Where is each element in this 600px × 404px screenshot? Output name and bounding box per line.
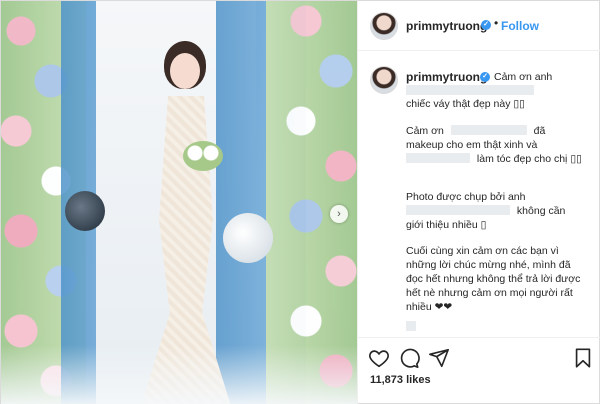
instagram-post: › primmytruong ✓ • Follow primmytruong ✓… bbox=[0, 0, 600, 404]
caption-line-8: không cần bbox=[406, 204, 590, 218]
caption-line-9: giới thiệu nhiều ▯ bbox=[406, 218, 590, 232]
caption-line-1: Cảm ơn anh bbox=[494, 71, 553, 83]
redacted-mention bbox=[406, 153, 470, 163]
caption-line-11: những lời chúc mừng nhé, mình đã bbox=[406, 259, 571, 271]
caption-text: đã bbox=[533, 125, 546, 137]
caption-line-12: đọc hết nhưng không thể trả lời được bbox=[406, 273, 581, 285]
caption-line-10: Cuối cùng xin cảm ơn các bạn vì bbox=[406, 245, 559, 257]
caption: primmytruong ✓ Cảm ơn anh chiếc váy thật… bbox=[358, 52, 600, 337]
emoji: ▯▯ bbox=[513, 98, 525, 110]
redacted-mention bbox=[450, 125, 527, 135]
bride-face bbox=[170, 53, 200, 89]
caption-line-3: chiếc váy thật đẹp này ▯▯ bbox=[406, 97, 590, 111]
floor-fog bbox=[1, 345, 357, 404]
emoji: ▯▯ bbox=[570, 153, 582, 165]
action-bar: 11,873 likes bbox=[358, 337, 600, 404]
redacted-mention bbox=[406, 205, 510, 215]
post-panel: primmytruong ✓ • Follow primmytruong ✓ C… bbox=[357, 1, 600, 404]
avatar[interactable] bbox=[370, 12, 398, 40]
header-username[interactable]: primmytruong bbox=[406, 19, 487, 33]
caption-username[interactable]: primmytruong bbox=[406, 70, 487, 84]
comment-icon[interactable] bbox=[398, 347, 420, 369]
caption-line-7: Photo được chụp bởi anh bbox=[406, 190, 590, 204]
caption-line-14: nhiều ❤❤ bbox=[406, 300, 590, 314]
caption-text: nhiều bbox=[406, 301, 432, 313]
caption-line-6: làm tóc đẹp cho chị ▯▯ bbox=[406, 152, 590, 166]
chevron-right-icon[interactable]: › bbox=[330, 205, 348, 223]
share-icon[interactable] bbox=[428, 347, 450, 369]
caption-line-2 bbox=[406, 84, 590, 98]
decor-orb-dark bbox=[65, 191, 105, 231]
caption-text: giới thiệu nhiều bbox=[406, 219, 478, 231]
post-photo[interactable]: › bbox=[1, 1, 357, 404]
redacted-text bbox=[406, 321, 416, 331]
caption-text: Cảm ơn bbox=[406, 125, 444, 137]
hearts: ❤❤ bbox=[434, 301, 453, 313]
follow-button[interactable]: Follow bbox=[501, 19, 539, 33]
verified-badge-icon: ✓ bbox=[481, 20, 491, 30]
bookmark-icon[interactable] bbox=[572, 347, 594, 369]
flower-wall-right bbox=[266, 1, 357, 404]
caption-text: không cần bbox=[516, 205, 566, 217]
caption-text: Photo được chụp bởi anh bbox=[406, 191, 526, 203]
caption-line-5: makeup cho em thật xinh và bbox=[406, 139, 538, 151]
caption-line-4: Cảm ơn đã bbox=[406, 124, 590, 138]
bouquet bbox=[183, 141, 223, 171]
likes-count[interactable]: 11,873 likes bbox=[370, 374, 431, 386]
caption-line-13: hết nè nhưng cảm ơn mọi người rất bbox=[406, 287, 573, 299]
heart-icon[interactable] bbox=[368, 347, 390, 369]
verified-badge-icon: ✓ bbox=[480, 72, 490, 82]
separator-dot: • bbox=[494, 16, 499, 30]
caption-text: làm tóc đẹp cho chị bbox=[476, 153, 568, 165]
redacted-mention bbox=[406, 85, 534, 95]
emoji: ▯ bbox=[480, 219, 487, 231]
caption-avatar[interactable] bbox=[370, 66, 398, 94]
caption-line-15 bbox=[406, 320, 590, 334]
caption-text: chiếc váy thật đẹp này bbox=[406, 98, 511, 110]
post-header: primmytruong ✓ • Follow bbox=[358, 1, 600, 51]
